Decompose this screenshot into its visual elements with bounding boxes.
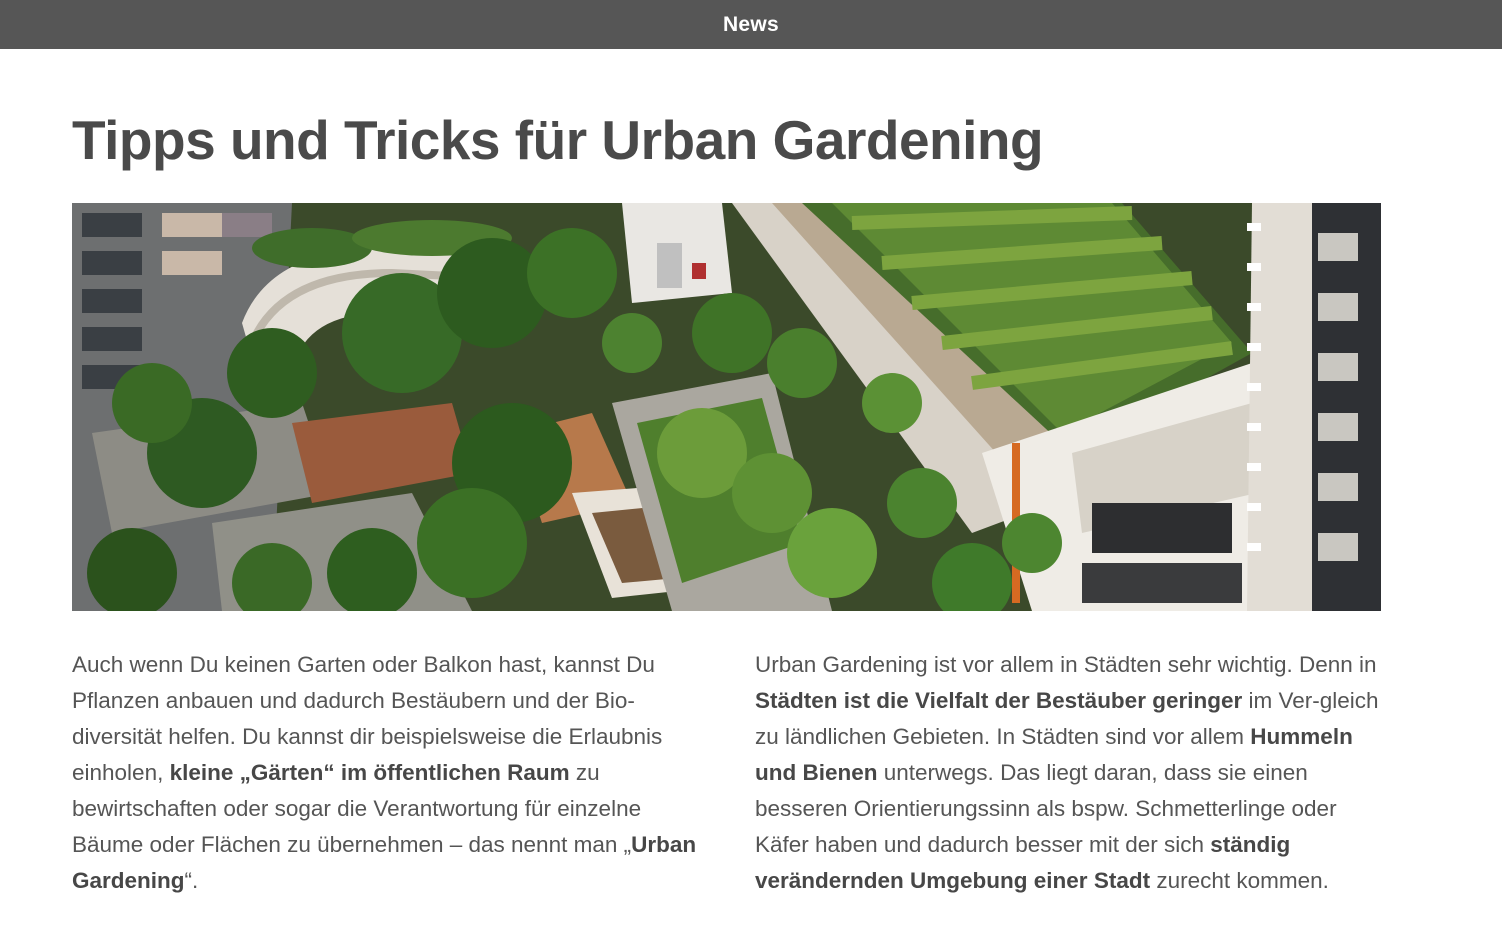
rooftop-garden-photo — [72, 203, 1381, 611]
article-text-right: Urban Gardening ist vor allem in Städten… — [755, 647, 1385, 899]
text-segment: “. — [184, 868, 199, 893]
highlight-text: kleine „Gärten“ im öffentlichen Raum — [169, 760, 570, 785]
intro-paragraph: Auch wenn Du keinen Garten oder Balkon h… — [72, 647, 702, 899]
highlight-text: Städten ist die Vielfalt der Bestäuber g… — [755, 688, 1243, 713]
article-image — [72, 203, 1381, 611]
text-segment: Urban Gardening ist vor allem in Städten… — [755, 652, 1377, 677]
body-paragraph: Urban Gardening ist vor allem in Städten… — [755, 647, 1385, 899]
text-segment: zurecht kommen. — [1150, 868, 1329, 893]
article-title: Tipps und Tricks für Urban Gardening — [72, 109, 1044, 171]
article-text-left: Auch wenn Du keinen Garten oder Balkon h… — [72, 647, 702, 899]
top-bar: News — [0, 0, 1502, 49]
header-title[interactable]: News — [723, 13, 779, 37]
